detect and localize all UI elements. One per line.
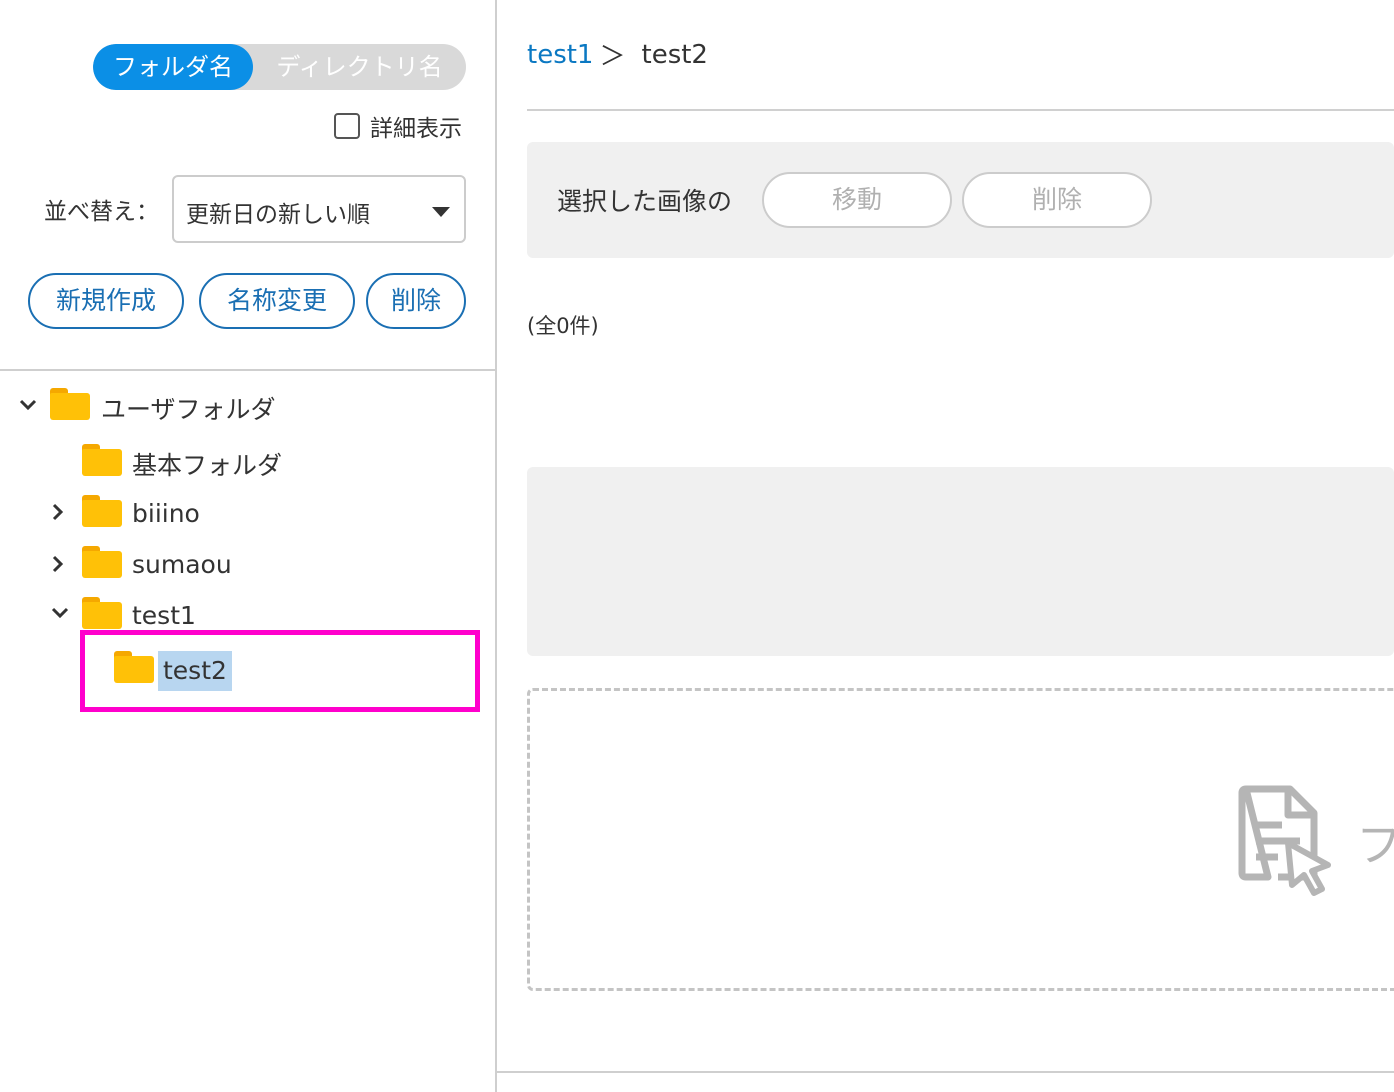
tree-item-sumaou[interactable]: sumaou [132,550,232,579]
folder-name-toggle: フォルダ名 ディレクトリ名 [93,44,466,90]
chevron-down-icon[interactable] [49,602,71,624]
folder-name-tab[interactable]: フォルダ名 [93,44,253,90]
drop-zone-text: フ [1356,818,1394,872]
detail-view-label: 詳細表示 [370,116,462,142]
sidebar: フォルダ名 ディレクトリ名 詳細表示 並べ替え： 更新日の新しい順 新規作成 名… [0,0,497,1092]
detail-view-toggle[interactable]: 詳細表示 [334,110,462,142]
file-drop-icon [1238,785,1331,896]
footer-divider [497,1071,1394,1073]
sort-label: 並べ替え： [44,199,159,225]
folder-icon [82,495,122,527]
main-panel: test1 ＞ test2 選択した画像の 移動 削除 (全0件) フ [497,0,1394,1092]
item-count: (全0件) [527,314,599,338]
chevron-down-icon[interactable] [17,394,39,416]
selection-highlight-box [80,630,480,712]
delete-folder-button[interactable]: 削除 [366,273,466,329]
tree-item-test1[interactable]: test1 [132,601,196,630]
sort-select[interactable]: 更新日の新しい順 [172,175,466,243]
sort-selected-value: 更新日の新しい順 [186,202,370,228]
directory-name-tab[interactable]: ディレクトリ名 [253,44,466,90]
breadcrumb-separator: ＞ [599,42,626,72]
selection-action-bar: 選択した画像の 移動 削除 [527,142,1394,258]
selection-action-label: 選択した画像の [557,187,733,216]
chevron-right-icon[interactable] [47,501,69,523]
tree-item-user-folder[interactable]: ユーザフォルダ [101,390,276,426]
breadcrumb-link-test1[interactable]: test1 [527,40,593,70]
folder-icon [82,444,122,476]
tree-item-basic-folder[interactable]: 基本フォルダ [132,446,282,482]
image-list-area [527,467,1394,656]
folder-icon [50,388,90,420]
caret-down-icon [432,207,450,217]
breadcrumb: test1 ＞ test2 [527,36,708,73]
sidebar-divider [0,369,497,371]
new-folder-button[interactable]: 新規作成 [28,273,184,329]
breadcrumb-current: test2 [641,39,708,70]
header-divider [527,109,1394,111]
folder-icon [82,597,122,629]
folder-icon [82,546,122,578]
file-drop-zone[interactable]: フ [527,688,1394,991]
move-images-button[interactable]: 移動 [762,172,952,228]
detail-view-checkbox[interactable] [334,113,360,139]
tree-item-biiino[interactable]: biiino [132,499,200,528]
delete-images-button[interactable]: 削除 [962,172,1152,228]
chevron-right-icon[interactable] [47,553,69,575]
rename-folder-button[interactable]: 名称変更 [199,273,355,329]
